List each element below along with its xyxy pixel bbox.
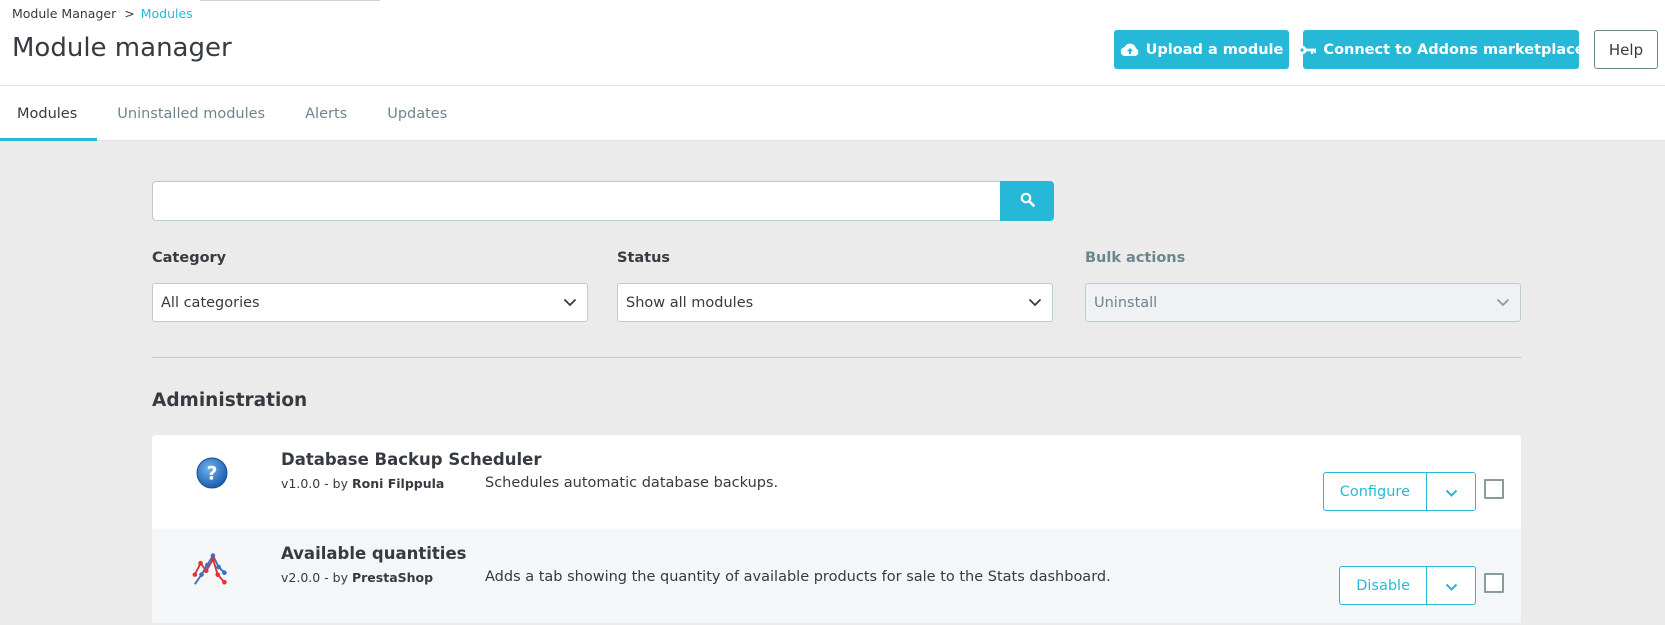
module-version: v1.0.0 - by Roni Filppula — [281, 476, 444, 491]
upload-module-label: Upload a module — [1145, 41, 1284, 58]
module-author: PrestaShop — [351, 570, 434, 585]
page-header: Module Manager > Modules Module manager Up… — [0, 0, 1665, 86]
module-select-checkbox[interactable] — [1484, 573, 1504, 593]
connect-addons-button[interactable]: Connect to Addons marketplace — [1297, 30, 1585, 69]
upload-module-button[interactable]: Upload a module — [1114, 30, 1289, 69]
section-title: Administration — [152, 390, 308, 411]
category-select[interactable]: All categories — [152, 283, 588, 322]
module-row: ? Database Backup Scheduler v1.0.0 - by … — [152, 435, 1521, 529]
module-name: Database Backup Scheduler — [281, 450, 542, 469]
key-icon — [1297, 44, 1317, 56]
module-actions-dropdown[interactable] — [1427, 473, 1475, 510]
question-icon: ? — [192, 453, 232, 493]
section-divider — [152, 357, 1521, 358]
chevron-down-icon — [563, 295, 577, 311]
status-select[interactable]: Show all modules — [617, 283, 1053, 322]
breadcrumb-separator: > — [124, 6, 135, 21]
page-title: Module manager — [12, 33, 232, 63]
breadcrumb: Module Manager > Modules — [12, 6, 193, 21]
chevron-down-icon — [1445, 576, 1458, 595]
module-action-group: Configure — [1322, 472, 1476, 511]
tab-modules[interactable]: Modules — [0, 86, 98, 141]
configure-button[interactable]: Configure — [1324, 473, 1427, 510]
stats-chart-icon — [192, 547, 232, 587]
breadcrumb-parent[interactable]: Module Manager — [12, 6, 116, 21]
module-version: v2.0.0 - by PrestaShop — [281, 570, 433, 585]
chevron-down-icon — [1028, 295, 1042, 311]
status-select-value: Show all modules — [626, 294, 754, 311]
help-button[interactable]: Help — [1594, 30, 1658, 69]
tab-updates[interactable]: Updates — [367, 86, 467, 141]
module-actions-dropdown[interactable] — [1427, 567, 1475, 604]
module-row: Available quantities v2.0.0 - by PrestaS… — [152, 529, 1521, 623]
disable-button[interactable]: Disable — [1340, 567, 1427, 604]
bulk-actions-select-value: Uninstall — [1094, 294, 1158, 311]
category-label: Category — [152, 250, 227, 266]
header-top-line — [200, 0, 380, 1]
chevron-down-icon — [1445, 482, 1458, 501]
bulk-actions-label: Bulk actions — [1085, 250, 1186, 266]
search-button[interactable] — [1000, 181, 1054, 221]
cloud-upload-icon — [1120, 43, 1140, 57]
breadcrumb-current[interactable]: Modules — [141, 6, 193, 21]
bulk-actions-select: Uninstall — [1085, 283, 1521, 322]
module-action-group: Disable — [1339, 566, 1476, 605]
module-version-text: v2.0.0 - by — [281, 570, 348, 585]
module-select-checkbox[interactable] — [1484, 479, 1504, 499]
module-search — [152, 181, 1054, 221]
status-label: Status — [617, 250, 671, 266]
tab-alerts[interactable]: Alerts — [285, 86, 367, 141]
tab-uninstalled-modules[interactable]: Uninstalled modules — [97, 86, 285, 141]
module-name: Available quantities — [281, 544, 467, 563]
module-version-text: v1.0.0 - by — [281, 476, 348, 491]
svg-text:?: ? — [206, 463, 217, 485]
module-description: Adds a tab showing the quantity of avail… — [485, 569, 1111, 585]
connect-addons-label: Connect to Addons marketplace — [1323, 41, 1585, 58]
chevron-down-icon — [1496, 295, 1510, 311]
module-description: Schedules automatic database backups. — [485, 475, 779, 491]
category-select-value: All categories — [161, 294, 260, 311]
search-icon — [1020, 192, 1035, 211]
module-list: ? Database Backup Scheduler v1.0.0 - by … — [152, 435, 1521, 623]
search-input[interactable] — [152, 181, 1000, 221]
tab-bar: Modules Uninstalled modules Alerts Updat… — [0, 86, 1665, 141]
module-author: Roni Filppula — [351, 476, 445, 491]
